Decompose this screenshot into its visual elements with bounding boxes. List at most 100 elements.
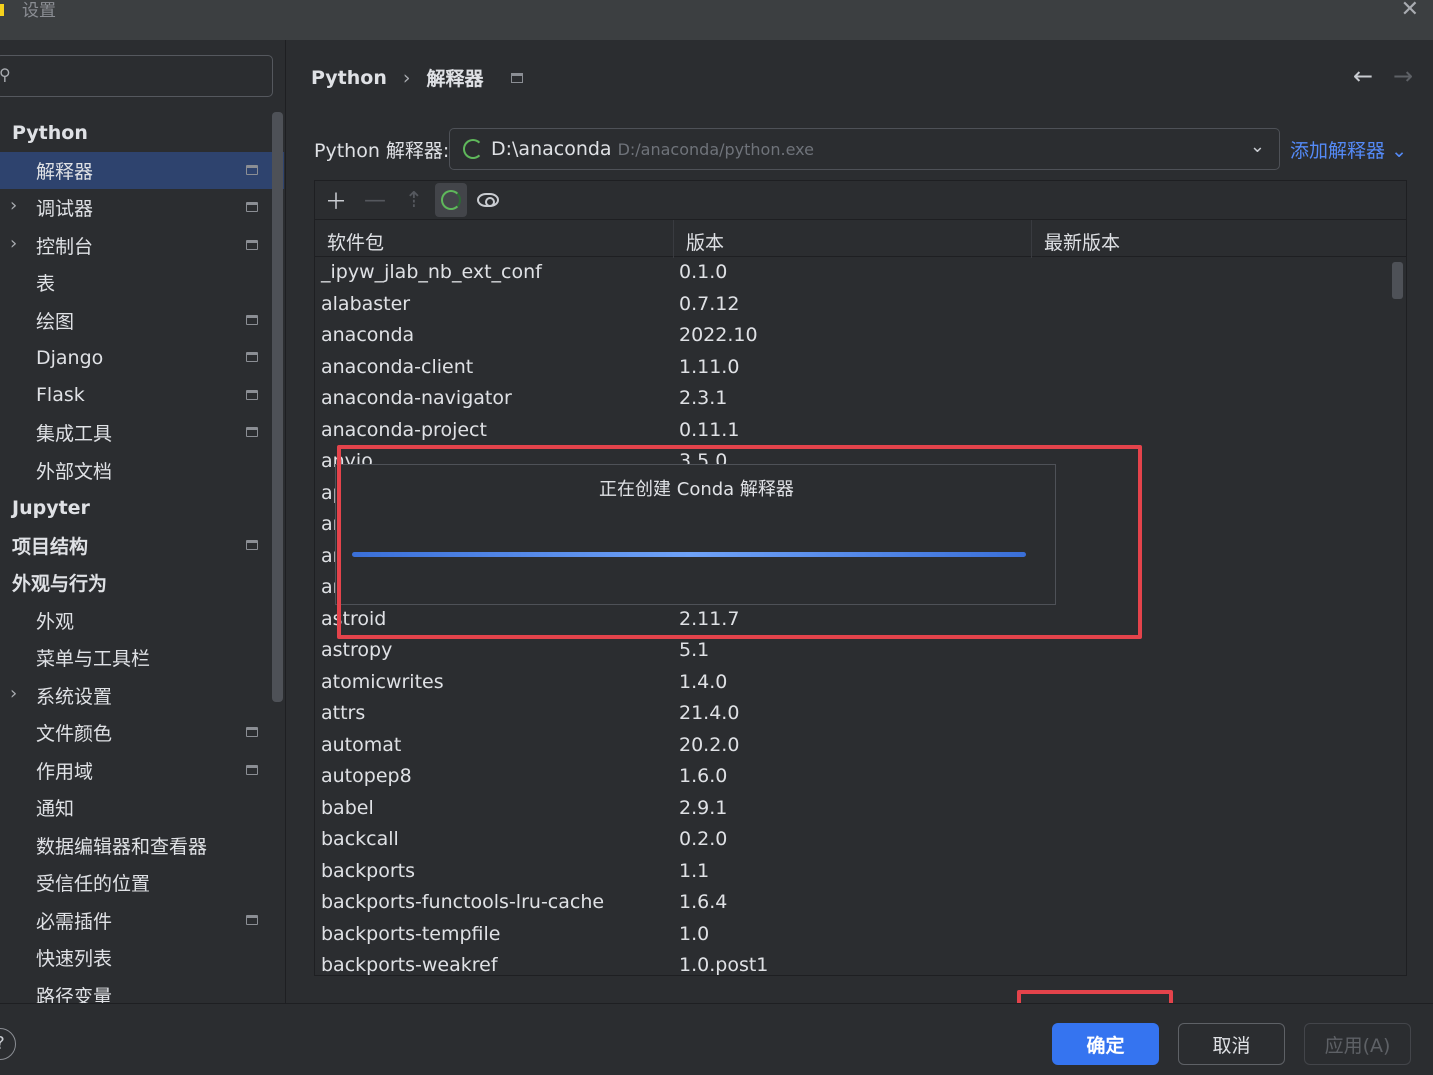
package-version: 21.4.0: [679, 702, 740, 724]
sidebar-scrollbar[interactable]: [272, 112, 283, 702]
pin-icon: [246, 914, 258, 925]
back-arrow-icon[interactable]: ←: [1353, 62, 1373, 90]
table-row[interactable]: backports-weakref 1.0.post1: [315, 950, 1391, 975]
settings-search[interactable]: ⚲: [0, 55, 273, 97]
package-name: anaconda-navigator: [321, 387, 512, 409]
sidebar-item[interactable]: Python: [0, 114, 284, 152]
table-row[interactable]: astroid 2.11.7: [315, 604, 1391, 636]
pin-icon: [246, 539, 258, 550]
sidebar-item[interactable]: 外观: [0, 602, 284, 640]
add-interpreter-link[interactable]: 添加解释器 ⌄: [1290, 136, 1407, 163]
package-version: 2.11.7: [679, 607, 740, 630]
table-row[interactable]: astropy 5.1: [315, 635, 1391, 667]
package-name: atomicwrites: [321, 670, 444, 693]
sidebar-item-label: 控制台: [36, 235, 94, 258]
table-row[interactable]: backports-tempfile 1.0: [315, 919, 1391, 951]
close-icon[interactable]: ✕: [1401, 0, 1419, 22]
sidebar-item-label: Jupyter: [12, 496, 90, 519]
package-version: 20.2.0: [679, 733, 740, 756]
sidebar-item[interactable]: 作用域: [0, 752, 284, 790]
sidebar-item[interactable]: 集成工具: [0, 414, 284, 452]
table-row[interactable]: babel 2.9.1: [315, 793, 1391, 825]
package-version: 1.0: [679, 922, 710, 945]
breadcrumb-parent[interactable]: Python: [311, 67, 387, 89]
package-name: alabaster: [321, 292, 411, 315]
interpreter-select[interactable]: D:\anaconda D:/anaconda/python.exe ⌄: [449, 128, 1280, 170]
table-row[interactable]: backports-functools-lru-cache 1.6.4: [315, 887, 1391, 919]
sidebar-item[interactable]: Flask: [0, 377, 284, 415]
sidebar-item-label: Django: [36, 346, 104, 369]
sidebar-item-label: 集成工具: [36, 423, 113, 446]
sidebar-item-label: 系统设置: [36, 685, 113, 708]
table-row[interactable]: _ipyw_jlab_nb_ext_conf 0.1.0: [315, 257, 1391, 289]
sidebar-item[interactable]: 绘图: [0, 302, 284, 340]
table-row[interactable]: anaconda 2022.10: [315, 320, 1391, 352]
loading-spinner-icon: [463, 139, 483, 159]
table-row[interactable]: alabaster 0.7.12: [315, 289, 1391, 321]
chevron-right-icon[interactable]: ›: [10, 683, 17, 704]
chevron-down-icon: ⌄: [1249, 136, 1265, 157]
column-header-package[interactable]: 软件包: [327, 228, 384, 255]
sidebar-item[interactable]: 受信任的位置: [0, 864, 284, 902]
column-divider[interactable]: [1031, 220, 1032, 258]
packages-toolbar: ＋ — ⇡: [315, 181, 1406, 219]
sidebar-item[interactable]: 外观与行为: [0, 564, 284, 602]
apply-button[interactable]: 应用(A): [1304, 1023, 1411, 1065]
sidebar-item[interactable]: 快速列表: [0, 939, 284, 977]
sidebar-item[interactable]: › 系统设置: [0, 677, 284, 715]
table-row[interactable]: anaconda-navigator 2.3.1: [315, 383, 1391, 415]
sidebar-item[interactable]: 外部文档: [0, 452, 284, 490]
chevron-right-icon[interactable]: ›: [10, 195, 17, 216]
table-row[interactable]: anaconda-client 1.11.0: [315, 352, 1391, 384]
column-header-latest-version[interactable]: 最新版本: [1044, 228, 1120, 255]
eye-icon: [477, 193, 499, 207]
remove-package-button[interactable]: —: [357, 183, 393, 217]
package-version: 0.11.1: [679, 418, 740, 441]
column-header-version[interactable]: 版本: [686, 228, 724, 255]
package-name: autopep8: [321, 765, 412, 787]
sidebar-item[interactable]: 必需插件: [0, 902, 284, 940]
sidebar-item[interactable]: 文件颜色: [0, 714, 284, 752]
show-early-releases-button[interactable]: [470, 183, 506, 217]
sidebar-item[interactable]: 项目结构: [0, 527, 284, 565]
table-row[interactable]: backcall 0.2.0: [315, 824, 1391, 856]
sidebar-item[interactable]: › 调试器: [0, 189, 284, 227]
app-logo-icon: [0, 4, 4, 16]
pin-icon: [246, 352, 258, 362]
package-version: 1.6.4: [679, 891, 728, 913]
package-name: _ipyw_jlab_nb_ext_conf: [321, 261, 542, 283]
plus-icon: ＋: [324, 190, 347, 215]
sidebar-item-label: 必需插件: [36, 910, 113, 933]
package-name: anaconda-client: [321, 355, 474, 378]
sidebar-item[interactable]: 数据编辑器和查看器: [0, 827, 284, 865]
ok-button[interactable]: 确定: [1052, 1023, 1159, 1065]
help-button[interactable]: ?: [0, 1028, 16, 1060]
column-divider[interactable]: [673, 220, 674, 258]
upgrade-package-button[interactable]: ⇡: [396, 183, 432, 217]
table-row[interactable]: backports 1.1: [315, 856, 1391, 888]
forward-arrow-icon[interactable]: →: [1393, 62, 1413, 90]
package-version: 0.7.12: [679, 292, 740, 315]
sidebar-item[interactable]: Jupyter: [0, 489, 284, 527]
sidebar-item[interactable]: 解释器: [0, 151, 284, 189]
sidebar-item[interactable]: 通知: [0, 789, 284, 827]
chevron-right-icon[interactable]: ›: [10, 233, 17, 254]
sidebar-item[interactable]: › 控制台: [0, 227, 284, 265]
refresh-button[interactable]: [435, 183, 467, 217]
sidebar-item[interactable]: 菜单与工具栏: [0, 639, 284, 677]
add-package-button[interactable]: ＋: [318, 183, 354, 217]
package-version: 0.1.0: [679, 261, 728, 283]
cancel-button[interactable]: 取消: [1178, 1023, 1285, 1065]
table-row[interactable]: attrs 21.4.0: [315, 698, 1391, 730]
table-row[interactable]: autopep8 1.6.0: [315, 761, 1391, 793]
table-row[interactable]: automat 20.2.0: [315, 730, 1391, 762]
table-row[interactable]: anaconda-project 0.11.1: [315, 415, 1391, 447]
sidebar-item-label: 数据编辑器和查看器: [36, 835, 208, 858]
table-scrollbar[interactable]: [1392, 262, 1403, 299]
dialog-footer: ? 确定 取消 应用(A): [0, 1003, 1433, 1075]
sidebar-item[interactable]: 表: [0, 264, 284, 302]
search-input[interactable]: [23, 64, 253, 88]
window-title: 设置: [22, 1, 56, 21]
table-row[interactable]: atomicwrites 1.4.0: [315, 667, 1391, 699]
sidebar-item[interactable]: Django: [0, 339, 284, 377]
